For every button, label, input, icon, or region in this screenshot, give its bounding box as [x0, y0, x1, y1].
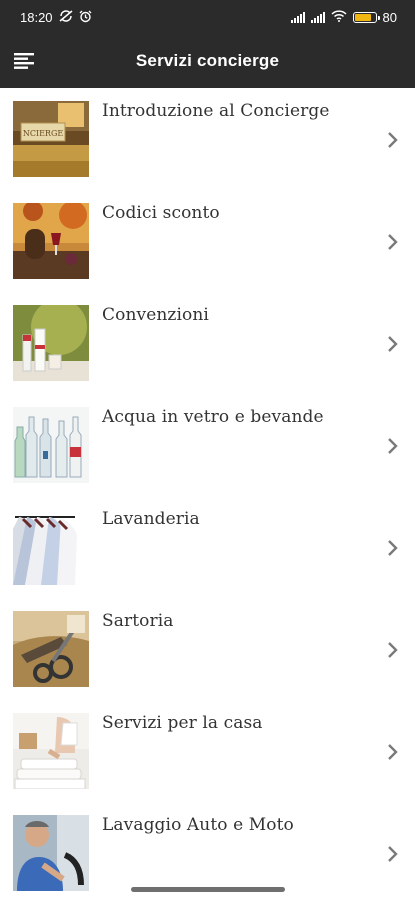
list-item[interactable]: Sartoria [0, 598, 415, 700]
chevron-right-icon [388, 234, 398, 250]
wifi-icon [331, 10, 347, 24]
status-time: 18:20 [20, 9, 53, 25]
item-label: Introduzione al Concierge [102, 101, 330, 121]
concierge-desk-image: NCIERGE [13, 101, 89, 177]
item-label: Convenzioni [102, 305, 209, 325]
item-label: Sartoria [102, 611, 174, 631]
list-item[interactable]: Convenzioni [0, 292, 415, 394]
signal-icon [290, 11, 305, 23]
shirts-on-hangers-image [13, 509, 89, 585]
cosmetics-bottles-image [13, 305, 89, 381]
list-item[interactable]: Codici sconto [0, 190, 415, 292]
battery-icon [352, 11, 380, 23]
page-title: Servizi concierge [135, 51, 280, 70]
item-label: Acqua in vetro e bevande [102, 407, 324, 427]
list-item[interactable]: NCIERGE Introduzione al Concierge [0, 88, 415, 190]
alarm-icon [79, 10, 92, 25]
chevron-right-icon [388, 438, 398, 454]
chevron-right-icon [388, 642, 398, 658]
menu-button[interactable] [8, 44, 42, 78]
ironing-towels-image [13, 713, 89, 789]
item-label: Lavaggio Auto e Moto [102, 815, 294, 835]
menu-icon [14, 53, 34, 69]
status-left: 18:20 [20, 10, 92, 25]
wine-autumn-image [13, 203, 89, 279]
services-list: NCIERGE Introduzione al Concierge Codici… [0, 88, 415, 904]
home-indicator[interactable] [131, 887, 285, 892]
chevron-right-icon [388, 540, 398, 556]
list-item[interactable]: Servizi per la casa [0, 700, 415, 802]
status-bar: 18:20 80 [0, 0, 415, 34]
glass-bottles-image [13, 407, 89, 483]
svg-text:NCIERGE: NCIERGE [23, 129, 64, 138]
app-bar: Servizi concierge [0, 34, 415, 88]
man-in-car-image [13, 815, 89, 891]
tailoring-tools-image [13, 611, 89, 687]
chevron-right-icon [388, 846, 398, 862]
battery-fill [354, 13, 371, 21]
no-sync-icon [59, 10, 73, 24]
item-label: Lavanderia [102, 509, 200, 529]
item-label: Servizi per la casa [102, 713, 263, 733]
chevron-right-icon [388, 132, 398, 148]
item-label: Codici sconto [102, 203, 220, 223]
signal-icon [310, 11, 325, 23]
battery-percent: 80 [382, 9, 397, 25]
status-right: 80 [290, 9, 397, 25]
chevron-right-icon [388, 744, 398, 760]
list-item[interactable]: Lavanderia [0, 496, 415, 598]
chevron-right-icon [388, 336, 398, 352]
list-item[interactable]: Acqua in vetro e bevande [0, 394, 415, 496]
